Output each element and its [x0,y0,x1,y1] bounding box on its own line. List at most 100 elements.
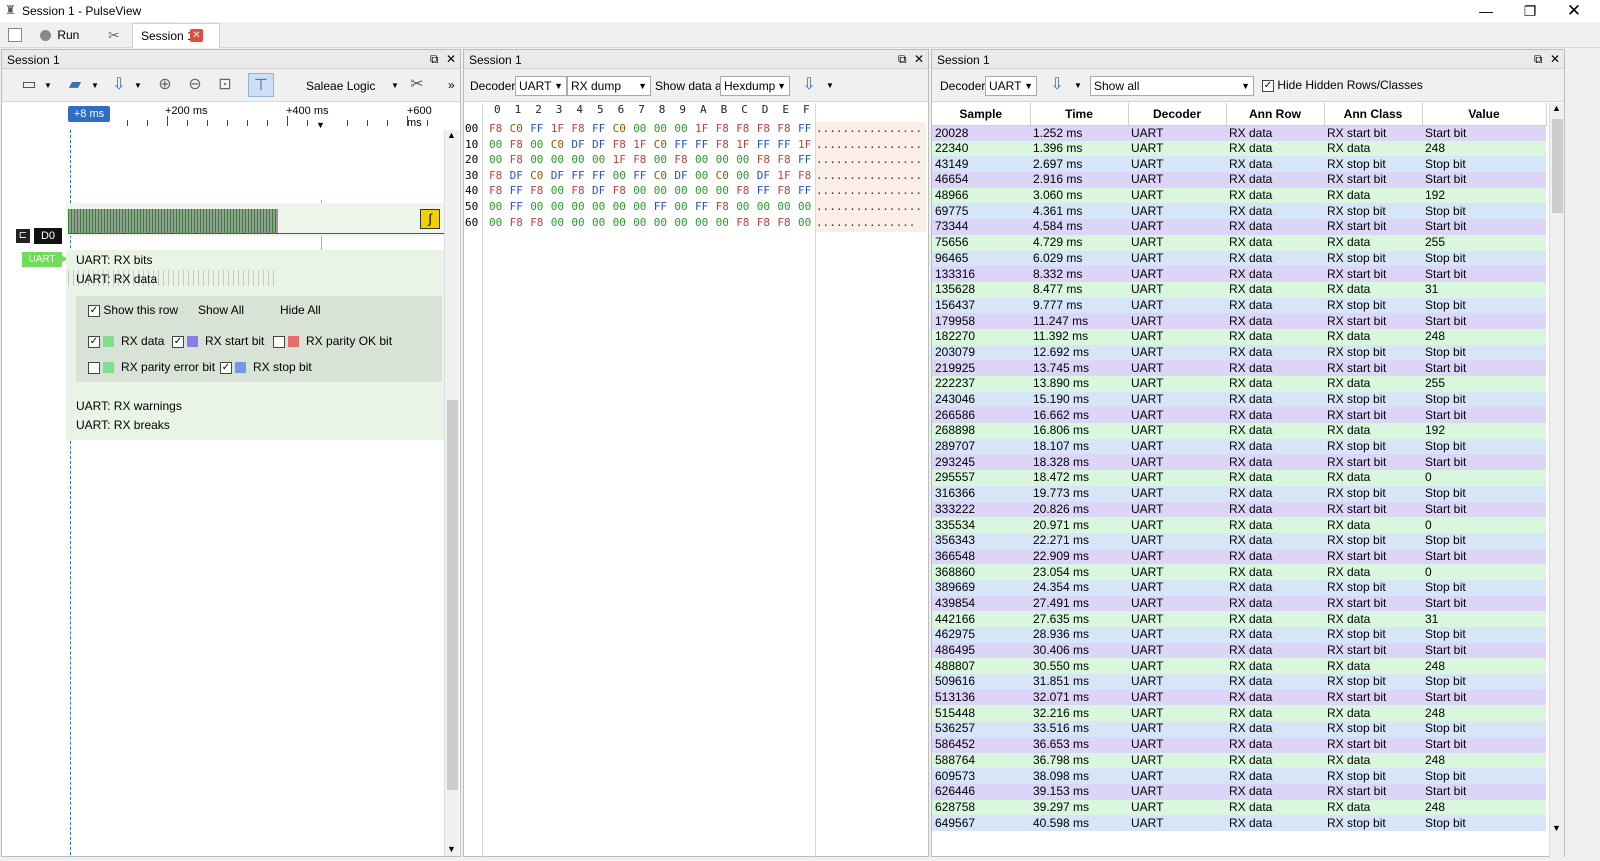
hex-byte[interactable]: 00 [777,200,790,213]
hex-byte[interactable]: F8 [613,184,626,197]
cursor-toggle-icon[interactable]: ⊤ [248,73,274,97]
checkbox-icon[interactable]: ✓ [1262,79,1274,92]
new-session-icon[interactable]: ▭ [16,73,42,97]
table-row[interactable]: 366548 22.909 ms UART RX data RX start bit St… [932,548,1546,565]
scroll-thumb[interactable] [447,400,458,790]
ascii-text[interactable]: ................ [816,137,926,154]
hex-byte[interactable]: 1F [551,122,564,135]
scroll-down-icon[interactable]: ▼ [1552,823,1561,833]
show-row-option[interactable]: ✓ Show this row [88,303,178,317]
open-file-icon[interactable]: ▰ [62,73,88,97]
hex-byte[interactable]: 00 [736,200,749,213]
hex-byte[interactable]: 00 [633,200,646,213]
float-panel-icon[interactable]: ⧉ [1534,51,1543,67]
checkbox-icon[interactable] [88,361,100,374]
hex-byte[interactable]: C0 [613,122,626,135]
hex-byte[interactable]: FF [510,200,523,213]
chevron-down-icon[interactable]: ▼ [134,81,142,90]
table-row[interactable]: 182270 11.392 ms UART RX data RX data 248 [932,328,1546,345]
hex-byte[interactable]: F8 [757,122,770,135]
ascii-text[interactable]: ................ [816,200,926,216]
table-row[interactable]: 43149 2.697 ms UART RX data RX stop bit Stop … [932,156,1546,173]
column-header[interactable]: Ann Row [1226,103,1325,126]
hex-byte[interactable]: FF [571,169,584,182]
hex-byte[interactable]: F8 [716,122,729,135]
hex-byte[interactable]: FF [757,138,770,151]
column-header[interactable]: Ann Class [1324,103,1423,126]
table-row[interactable]: 293245 18.328 ms UART RX data RX start bit St… [932,454,1546,471]
hex-byte[interactable]: 00 [613,216,626,229]
hex-byte[interactable]: 00 [613,200,626,213]
table-row[interactable]: 649567 40.598 ms UART RX data RX stop bit Sto… [932,815,1546,831]
table-row[interactable]: 628758 39.297 ms UART RX data RX data 248 [932,799,1546,816]
table-row[interactable]: 442166 27.635 ms UART RX data RX data 31 [932,611,1546,627]
table-row[interactable]: 335534 20.971 ms UART RX data RX data 0 [932,517,1546,533]
checkbox-icon[interactable]: ✓ [172,335,184,348]
table-vertical-scrollbar[interactable]: ▲ ▼ [1549,103,1564,858]
zoom-in-icon[interactable]: ⊕ [152,73,178,97]
table-row[interactable]: 486495 30.406 ms UART RX data RX start bit St… [932,642,1546,659]
show-all-button[interactable]: Show All [198,303,244,317]
configure-device-icon[interactable]: ✂ [404,73,430,97]
float-panel-icon[interactable]: ⧉ [898,51,907,67]
table-row[interactable]: 316366 19.773 ms UART RX data RX stop bit Sto… [932,485,1546,502]
decoder-select[interactable]: UART ▼ [515,76,567,96]
table-row[interactable]: 266586 16.662 ms UART RX data RX start bit St… [932,407,1546,424]
row-label-rx-breaks[interactable]: UART: RX breaks [76,418,170,432]
hex-byte[interactable]: FF [592,169,605,182]
hex-byte[interactable]: 00 [551,216,564,229]
hex-row[interactable]: 00 F8 C0 FF 1F F8 FF C0 00 00 00 1F F8 F8 F8 F8 FF......… [464,122,926,138]
scroll-up-icon[interactable]: ▲ [447,130,456,140]
hex-byte[interactable]: 00 [695,153,708,166]
ascii-text[interactable]: ............... [816,215,926,232]
ascii-text[interactable]: ................ [816,168,926,185]
hex-byte[interactable]: F8 [530,184,543,197]
hex-byte[interactable]: 00 [633,122,646,135]
table-row[interactable]: 289707 18.107 ms UART RX data RX stop bit Sto… [932,438,1546,455]
table-row[interactable]: 219925 13.745 ms UART RX data RX start bit St… [932,360,1546,376]
table-row[interactable]: 46654 2.916 ms UART RX data RX start bit Star… [932,172,1546,188]
chevron-down-icon[interactable]: ▼ [44,81,52,90]
hex-byte[interactable]: FF [674,138,687,151]
class-rx-parity-error-bit[interactable]: RX parity error bit [88,360,215,374]
table-row[interactable]: 20028 1.252 ms UART RX data RX start bit Star… [932,125,1546,141]
zoom-out-icon[interactable]: ⊖ [182,73,208,97]
hex-byte[interactable]: DF [674,169,687,182]
hex-byte[interactable]: 00 [633,216,646,229]
hex-row[interactable]: 30 F8 DF C0 DF FF FF 00 FF C0 DF 00 C0 00 DF 1F F8......… [464,168,926,185]
edge-trigger-icon[interactable]: ∫ [420,209,440,229]
column-header[interactable]: Time [1030,103,1129,126]
hex-byte[interactable]: 00 [571,200,584,213]
hex-byte[interactable]: 00 [633,184,646,197]
save-file-icon[interactable]: ⇩ [106,73,132,97]
hex-byte[interactable]: 00 [736,169,749,182]
hex-byte[interactable]: 00 [530,200,543,213]
chevron-down-icon[interactable]: ▼ [826,81,834,90]
tools-icon[interactable]: ✂ [108,26,120,44]
hex-byte[interactable]: 00 [674,200,687,213]
hex-byte[interactable]: FF [633,169,646,182]
table-row[interactable]: 509616 31.851 ms UART RX data RX stop bit Sto… [932,674,1546,690]
class-rx-stop-bit[interactable]: ✓ RX stop bit [220,360,312,374]
hex-byte[interactable]: F8 [571,122,584,135]
hex-byte[interactable]: F8 [510,153,523,166]
hex-row[interactable]: 60 00 F8 F8 00 00 00 00 00 00 00 00 00 F8 F8 F8 00......… [464,215,926,232]
hex-byte[interactable]: DF [510,169,523,182]
channel-d0-label[interactable]: ⊏ D0 [16,228,66,244]
hex-byte[interactable]: 00 [571,216,584,229]
hex-byte[interactable]: 00 [716,153,729,166]
hex-byte[interactable]: F8 [510,138,523,151]
minimize-button[interactable]: — [1464,0,1508,22]
hex-byte[interactable]: F8 [736,122,749,135]
scroll-thumb[interactable] [1552,119,1563,213]
output-select[interactable]: RX dump ▼ [567,76,651,96]
hex-byte[interactable]: 00 [695,216,708,229]
hex-byte[interactable]: FF [654,200,667,213]
hex-byte[interactable]: 00 [530,153,543,166]
hex-byte[interactable]: 00 [489,153,502,166]
hex-byte[interactable]: DF [571,138,584,151]
hex-byte[interactable]: 1F [613,153,626,166]
checkbox-icon[interactable]: ✓ [88,304,100,317]
hex-byte[interactable]: F8 [530,216,543,229]
checkbox-icon[interactable]: ✓ [88,335,100,348]
